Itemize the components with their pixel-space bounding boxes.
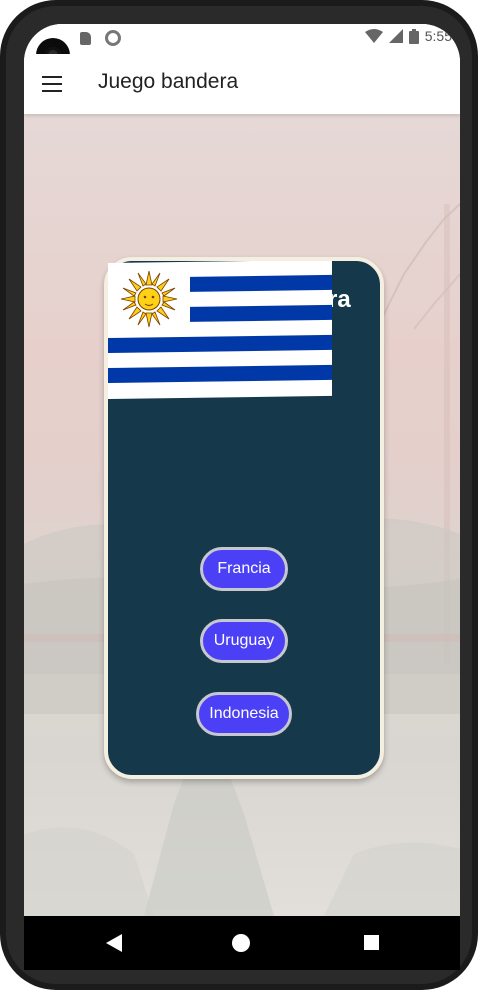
battery-icon	[408, 28, 419, 44]
option-button-francia[interactable]: Francia	[200, 547, 288, 591]
sync-icon	[105, 30, 121, 46]
screen: 5:55 Juego bandera Adivina la bandera Ro…	[24, 24, 460, 916]
home-circle-icon[interactable]	[232, 934, 250, 952]
option-button-uruguay[interactable]: Uruguay	[200, 619, 288, 663]
back-triangle-icon[interactable]	[106, 934, 122, 952]
recent-square-icon[interactable]	[364, 935, 379, 950]
app-bar: Juego bandera	[24, 54, 460, 114]
navigation-bar	[24, 916, 460, 970]
hamburger-menu-icon[interactable]	[40, 72, 64, 96]
option-button-indonesia[interactable]: Indonesia	[196, 692, 292, 736]
wifi-icon	[364, 29, 383, 43]
status-bar: 5:55	[24, 24, 460, 54]
cell-signal-icon	[388, 29, 403, 43]
status-time: 5:55	[424, 28, 452, 44]
status-indicators: 5:55	[364, 28, 452, 44]
background-image: Adivina la bandera Ronda 1/10	[24, 114, 460, 916]
sun-of-may-icon	[120, 270, 178, 328]
app-title: Juego bandera	[98, 70, 239, 93]
game-card: Adivina la bandera Ronda 1/10	[104, 257, 384, 779]
uruguay-flag-image	[108, 261, 332, 399]
sd-card-icon	[80, 31, 91, 45]
